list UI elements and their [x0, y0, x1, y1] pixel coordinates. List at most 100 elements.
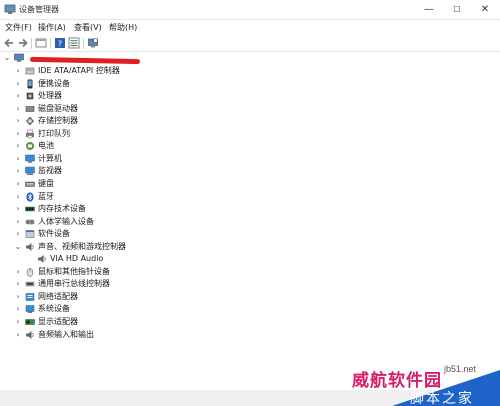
- menu-file[interactable]: 文件(F): [5, 22, 32, 33]
- keyboard-icon: [25, 181, 35, 187]
- tree-item-label: 磁盘驱动器: [38, 103, 78, 113]
- toolbar-separator: [50, 38, 51, 49]
- expand-chevron-icon[interactable]: ›: [14, 216, 22, 228]
- expand-chevron-icon[interactable]: ›: [14, 329, 22, 341]
- expand-chevron-icon[interactable]: ›: [14, 266, 22, 278]
- menu-help[interactable]: 帮助(H): [109, 22, 137, 33]
- expand-chevron-icon[interactable]: ›: [14, 191, 22, 203]
- tree-category-row[interactable]: › 存储控制器: [14, 115, 274, 127]
- mouse-icon: [26, 268, 34, 277]
- tree-category-row[interactable]: › 计算机: [14, 153, 274, 165]
- disk-drive-icon: [25, 105, 35, 112]
- tree-category-row[interactable]: › 磁盘驱动器: [14, 103, 274, 115]
- tree-category-row[interactable]: ⌄ 声音、视频和游戏控制器: [14, 241, 274, 253]
- expand-chevron-icon[interactable]: ›: [14, 103, 22, 115]
- minimize-button[interactable]: —: [415, 0, 443, 19]
- network-adapter-icon: [25, 293, 35, 301]
- tree-item-label: 通用串行总线控制器: [38, 279, 110, 289]
- portable-device-icon: [27, 79, 33, 89]
- close-button[interactable]: ✕: [471, 0, 499, 19]
- tree-category-row[interactable]: › IDE ATA/ATAPI 控制器: [14, 65, 274, 77]
- tree-category-row[interactable]: › 网络适配器: [14, 291, 274, 303]
- device-manager-icon: [4, 4, 16, 14]
- menu-bar: 文件(F) 操作(A) 查看(V) 帮助(H): [0, 20, 500, 35]
- tree-category-row[interactable]: › 键盘: [14, 178, 274, 190]
- watermark-site: jb51.net: [444, 364, 477, 374]
- tree-item-label: VIA HD Audio: [50, 254, 104, 264]
- tree-category-row[interactable]: › 人体学输入设备: [14, 216, 274, 228]
- tree-category-row[interactable]: › 电池: [14, 140, 274, 152]
- expand-chevron-icon[interactable]: ›: [14, 178, 22, 190]
- computer-icon: [14, 53, 24, 62]
- tree-category-row[interactable]: › 蓝牙: [14, 191, 274, 203]
- monitor-icon: [25, 167, 35, 176]
- computer-icon: [25, 154, 35, 163]
- tree-category-row[interactable]: › 监视器: [14, 165, 274, 177]
- collapse-chevron-icon[interactable]: ⌄: [3, 52, 11, 64]
- tree-category-row[interactable]: › 内存技术设备: [14, 203, 274, 215]
- tree-category-row[interactable]: › 软件设备: [14, 228, 274, 240]
- expand-chevron-icon[interactable]: ›: [14, 291, 22, 303]
- expand-chevron-icon[interactable]: ›: [14, 128, 22, 140]
- tree-category-row[interactable]: › 处理器: [14, 90, 274, 102]
- tree-category-row[interactable]: › 打印队列: [14, 128, 274, 140]
- tree-device-row[interactable]: VIA HD Audio: [26, 253, 246, 265]
- tree-category-row[interactable]: › 显示适配器: [14, 316, 274, 328]
- maximize-button[interactable]: ☐: [443, 0, 471, 19]
- speaker-icon: [38, 255, 46, 264]
- expand-chevron-icon[interactable]: ›: [14, 316, 22, 328]
- toolbar: ?: [0, 35, 500, 52]
- battery-icon: [26, 142, 34, 151]
- expand-chevron-icon[interactable]: ›: [14, 153, 22, 165]
- tree-item-label: 计算机: [38, 153, 62, 163]
- help-icon[interactable]: ?: [54, 37, 66, 49]
- scan-hardware-icon[interactable]: [87, 37, 99, 49]
- expand-chevron-icon[interactable]: ›: [14, 228, 22, 240]
- svg-text:?: ?: [58, 40, 62, 49]
- tree-category-row[interactable]: › 便携设备: [14, 78, 274, 90]
- expand-chevron-icon[interactable]: ›: [14, 78, 22, 90]
- expand-chevron-icon[interactable]: ›: [14, 140, 22, 152]
- display-adapter-icon: [25, 319, 35, 325]
- tree-category-row[interactable]: › 通用串行总线控制器: [14, 278, 274, 290]
- usb-icon: [25, 282, 35, 287]
- hid-icon: [25, 219, 35, 224]
- expand-chevron-icon[interactable]: ›: [14, 303, 22, 315]
- memory-device-icon: [25, 206, 35, 212]
- expand-chevron-icon[interactable]: ›: [14, 203, 22, 215]
- tree-item-label: 便携设备: [38, 78, 70, 88]
- toolbar-separator: [83, 38, 84, 49]
- expand-chevron-icon[interactable]: ›: [14, 278, 22, 290]
- expand-chevron-icon[interactable]: ›: [14, 115, 22, 127]
- tree-item-label: 键盘: [38, 178, 54, 188]
- tree-category-row[interactable]: › 鼠标和其他指针设备: [14, 266, 274, 278]
- device-tree: ⌄ › IDE ATA/ATAPI 控制器 › 便携设备 › 处理器 › 磁盘驱动器 › 存储控制…: [0, 52, 500, 390]
- tree-category-row[interactable]: › 音频输入和输出: [14, 329, 274, 341]
- tree-item-label: 鼠标和其他指针设备: [38, 266, 110, 276]
- tree-category-row[interactable]: › 系统设备: [14, 303, 274, 315]
- expand-chevron-icon[interactable]: ›: [14, 165, 22, 177]
- properties-icon[interactable]: [68, 37, 80, 49]
- collapse-chevron-icon[interactable]: ⌄: [14, 241, 22, 253]
- back-arrow-icon[interactable]: [3, 37, 15, 49]
- tree-item-label: IDE ATA/ATAPI 控制器: [38, 66, 120, 75]
- tree-item-label: 声音、视频和游戏控制器: [38, 241, 126, 251]
- printer-icon: [26, 129, 34, 138]
- expand-chevron-icon[interactable]: ›: [14, 65, 22, 77]
- menu-action[interactable]: 操作(A): [38, 22, 66, 33]
- tree-item-label: 人体学输入设备: [38, 216, 94, 226]
- tree-item-label: 软件设备: [38, 229, 70, 239]
- menu-view[interactable]: 查看(V): [74, 22, 102, 33]
- storage-controller-icon: [26, 116, 34, 126]
- tree-root[interactable]: ⌄: [3, 52, 203, 65]
- forward-arrow-icon[interactable]: [17, 37, 29, 49]
- title-bar: 设备管理器 — ☐ ✕: [0, 0, 500, 20]
- expand-chevron-icon[interactable]: ›: [14, 90, 22, 102]
- console-tree-icon[interactable]: [35, 37, 47, 49]
- software-device-icon: [25, 230, 35, 238]
- tree-item-label: 内存技术设备: [38, 204, 86, 214]
- tree-item-label: 打印队列: [38, 128, 70, 138]
- tree-item-label: 网络适配器: [38, 291, 78, 301]
- toolbar-separator: [31, 38, 32, 49]
- ide-controller-icon: [25, 67, 35, 75]
